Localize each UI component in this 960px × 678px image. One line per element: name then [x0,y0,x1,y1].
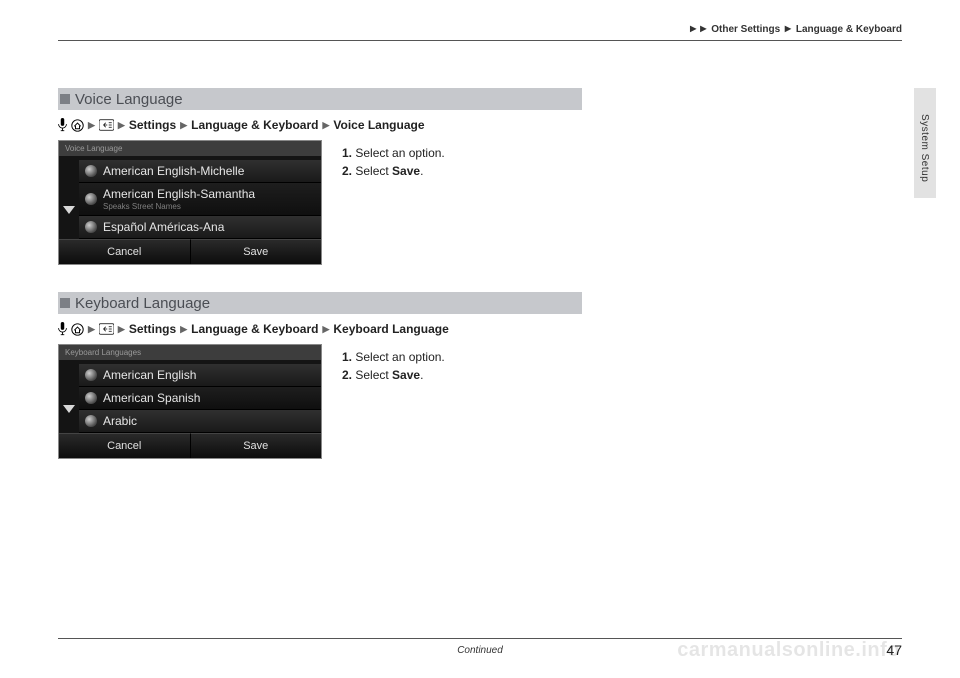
menu-back-icon [99,323,114,335]
save-button[interactable]: Save [190,239,322,264]
voice-option[interactable]: Español Américas-Ana [79,216,321,239]
triangle-icon: ▶ [322,324,329,335]
heading-text: Keyboard Language [75,295,210,312]
breadcrumb: ▶ ▶ Other Settings ▶ Language & Keyboard [688,24,902,35]
triangle-icon: ▶ [88,324,95,335]
option-label: American English-Samantha [103,187,255,201]
radio-icon [85,392,97,404]
option-sublabel: Speaks Street Names [103,202,255,211]
radio-icon [85,165,97,177]
path-leaf: Keyboard Language [333,322,448,336]
instructions: 1. Select an option. 2. Select Save. [342,348,445,384]
section-heading-voice: Voice Language [58,88,582,110]
mic-icon [58,118,67,132]
breadcrumb-parent: Other Settings [711,24,780,35]
step-text: Select [355,164,392,178]
triangle-icon: ▶ [700,24,706,33]
device-screenshot-keyboard: Keyboard Languages American English Amer… [58,344,322,459]
step-save: Save [392,368,420,382]
square-icon [60,298,70,308]
step-text: . [420,164,423,178]
triangle-icon: ▶ [180,120,187,131]
menu-back-icon [99,119,114,131]
save-button[interactable]: Save [190,433,322,458]
watermark: carmanualsonline.info [677,639,900,662]
home-icon [71,119,84,132]
triangle-icon: ▶ [118,120,125,131]
mic-icon [58,322,67,336]
option-label: American English-Michelle [103,164,244,178]
voice-option[interactable]: American English-Samantha Speaks Street … [79,183,321,216]
scroll-down-icon[interactable] [63,206,75,214]
option-label: American Spanish [103,391,200,405]
radio-icon [85,221,97,233]
triangle-icon: ▶ [180,324,187,335]
device-screenshot-voice: Voice Language American English-Michelle… [58,140,322,265]
scroll-down-icon[interactable] [63,405,75,413]
step-text: Select [355,368,392,382]
triangle-icon: ▶ [118,324,125,335]
triangle-icon: ▶ [785,24,791,33]
option-label: Arabic [103,414,137,428]
step-text: . [420,368,423,382]
triangle-icon: ▶ [88,120,95,131]
nav-path: ▶ ▶ Settings ▶ Language & Keyboard ▶ Key… [58,322,582,336]
path-leaf: Voice Language [333,118,424,132]
home-icon [71,323,84,336]
radio-icon [85,193,97,205]
instructions: 1. Select an option. 2. Select Save. [342,144,445,180]
option-label: American English [103,368,196,382]
option-label: Español Américas-Ana [103,220,224,234]
device-title: Voice Language [59,141,321,156]
radio-icon [85,369,97,381]
heading-text: Voice Language [75,91,183,108]
keyboard-option[interactable]: American Spanish [79,387,321,410]
radio-icon [85,415,97,427]
step-text: Select an option. [355,146,444,160]
path-settings: Settings [129,118,176,132]
path-settings: Settings [129,322,176,336]
triangle-icon: ▶ [322,120,329,131]
step-save: Save [392,164,420,178]
divider [58,40,902,41]
voice-option[interactable]: American English-Michelle [79,160,321,183]
breadcrumb-child: Language & Keyboard [796,24,902,35]
section-heading-keyboard: Keyboard Language [58,292,582,314]
triangle-icon: ▶ [690,24,696,33]
device-title: Keyboard Languages [59,345,321,360]
path-category: Language & Keyboard [191,118,318,132]
keyboard-option[interactable]: Arabic [79,410,321,433]
path-category: Language & Keyboard [191,322,318,336]
nav-path: ▶ ▶ Settings ▶ Language & Keyboard ▶ Voi… [58,118,582,132]
keyboard-option[interactable]: American English [79,364,321,387]
step-text: Select an option. [355,350,444,364]
square-icon [60,94,70,104]
side-tab-label: System Setup [919,114,930,182]
